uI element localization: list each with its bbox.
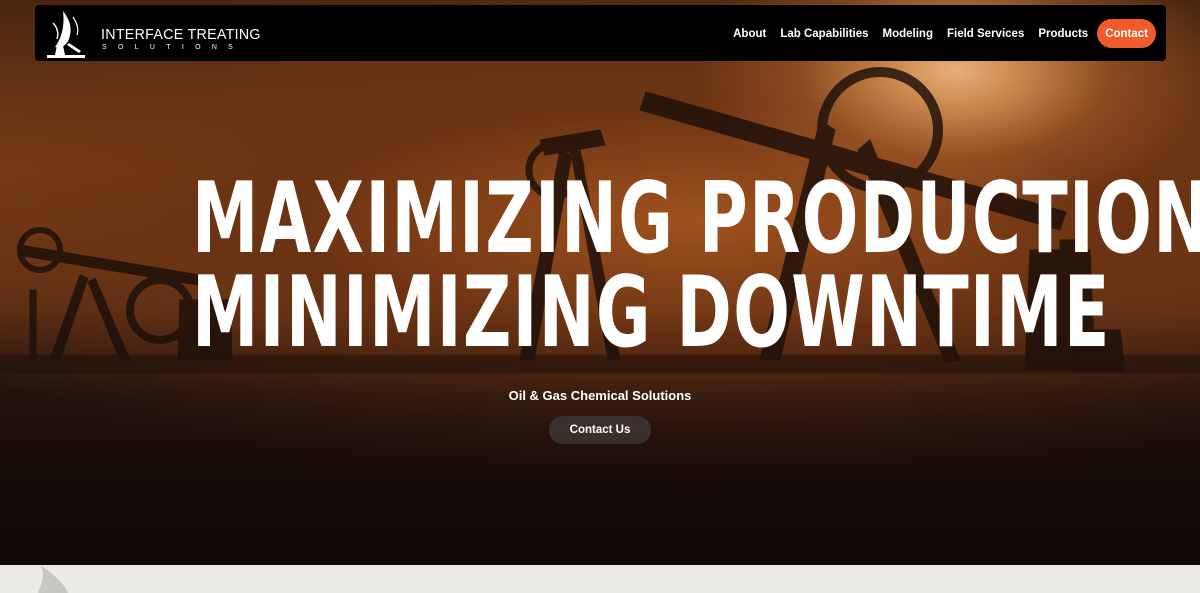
contact-us-button[interactable]: Contact Us — [549, 416, 651, 444]
nav-item-about[interactable]: About — [733, 28, 766, 40]
next-section-strip — [0, 565, 1200, 593]
hero-headline-line-1: MAXIMIZING PRODUCTION, — [192, 162, 1200, 276]
top-navbar: INTERFACE TREATING SOLUTIONS About Lab C… — [35, 5, 1166, 61]
brand-logo[interactable]: INTERFACE TREATING SOLUTIONS — [43, 9, 261, 59]
hero-section: INTERFACE TREATING SOLUTIONS About Lab C… — [0, 0, 1200, 565]
nav-item-field-services[interactable]: Field Services — [947, 28, 1024, 40]
nav-menu: About Lab Capabilities Modeling Field Se… — [719, 19, 1156, 48]
nav-contact-button[interactable]: Contact — [1097, 19, 1156, 48]
feather-drop-logo-icon — [47, 11, 85, 58]
feather-decoration-icon — [38, 565, 68, 593]
nav-item-modeling[interactable]: Modeling — [883, 28, 933, 40]
nav-item-lab-capabilities[interactable]: Lab Capabilities — [780, 28, 868, 40]
brand-subname: SOLUTIONS — [102, 44, 245, 51]
hero-headline: MAXIMIZING PRODUCTION, MINIMIZING DOWNTI… — [0, 162, 1200, 370]
hero-headline-line-2: MINIMIZING DOWNTIME — [192, 256, 1111, 370]
hero-subtitle: Oil & Gas Chemical Solutions — [508, 388, 692, 403]
brand-name: INTERFACE TREATING — [101, 26, 261, 43]
nav-item-products[interactable]: Products — [1038, 28, 1088, 40]
